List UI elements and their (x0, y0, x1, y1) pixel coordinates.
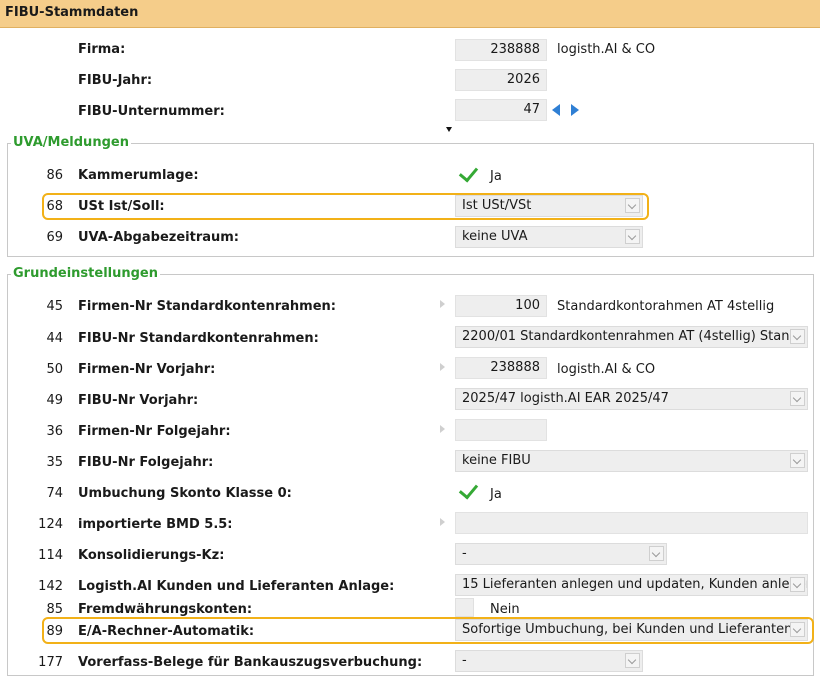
vorerfass-belege-value: - (462, 653, 467, 668)
firmen-nr-folgejahr-label: Firmen-Nr Folgejahr: (78, 424, 231, 439)
chevron-down-icon[interactable] (790, 391, 805, 406)
row-number: 44 (46, 331, 63, 346)
row-number: 50 (46, 362, 63, 377)
fibu-nr-folgejahr-select[interactable]: keine FIBU (455, 450, 808, 472)
row-number: 36 (46, 424, 63, 439)
firma-name: logisth.AI & CO (557, 42, 656, 57)
fibu-nr-standardkontenrahmen-label: FIBU-Nr Standardkontenrahmen: (78, 331, 319, 346)
umbuchung-skonto-label: Umbuchung Skonto Klasse 0: (78, 486, 292, 501)
kunden-lieferanten-anlage-value: 15 Lieferanten anlegen und updaten, Kund… (462, 577, 808, 592)
fibu-nr-standardkontenrahmen-value: 2200/01 Standardkontenrahmen AT (4stelli… (462, 329, 808, 344)
fibu-nr-vorjahr-value: 2025/47 logisth.AI EAR 2025/47 (462, 391, 669, 406)
firma-label: Firma: (78, 42, 126, 57)
chevron-down-icon[interactable] (790, 577, 805, 592)
row-number: 69 (46, 230, 63, 245)
kunden-lieferanten-anlage-label: Logisth.AI Kunden und Lieferanten Anlage… (78, 579, 395, 594)
vorjahr-firma-name: logisth.AI & CO (557, 362, 656, 377)
ust-ist-soll-value: Ist USt/VSt (462, 198, 532, 213)
row-number: 49 (46, 393, 63, 408)
lookup-triangle-icon[interactable] (440, 300, 445, 308)
ust-ist-soll-select[interactable]: Ist USt/VSt (455, 195, 643, 217)
panel-title: FIBU-Stammdaten (5, 5, 139, 20)
fibu-nr-vorjahr-select[interactable]: 2025/47 logisth.AI EAR 2025/47 (455, 388, 808, 410)
row-number: 89 (46, 624, 63, 639)
fibu-jahr-label: FIBU-Jahr: (78, 73, 153, 88)
chevron-down-icon[interactable] (625, 198, 640, 213)
chevron-down-icon[interactable] (625, 653, 640, 668)
collapse-marker-icon (446, 127, 452, 132)
firmen-nr-vorjahr-input[interactable]: 238888 (455, 357, 547, 379)
fibu-unternummer-label: FIBU-Unternummer: (78, 104, 225, 119)
chevron-down-icon[interactable] (790, 329, 805, 344)
row-number: 68 (46, 199, 63, 214)
ea-rechner-automatik-label: E/A-Rechner-Automatik: (78, 624, 255, 639)
fremdwaehrungskonten-label: Fremdwährungskonten: (78, 602, 253, 617)
uva-section-title: UVA/Meldungen (11, 135, 131, 150)
grundeinstellungen-section-title: Grundeinstellungen (11, 266, 160, 281)
fibu-jahr-input[interactable]: 2026 (455, 69, 547, 91)
row-number: 86 (46, 168, 63, 183)
firmen-nr-standardkontenrahmen-label: Firmen-Nr Standardkontenrahmen: (78, 299, 337, 314)
chevron-down-icon[interactable] (625, 229, 640, 244)
row-number: 74 (46, 486, 63, 501)
fremdwaehrungskonten-value: Nein (490, 602, 520, 617)
vorerfass-belege-select[interactable]: - (455, 650, 643, 672)
konsolidierungs-kz-select[interactable]: - (455, 543, 667, 565)
fibu-nr-folgejahr-label: FIBU-Nr Folgejahr: (78, 455, 214, 470)
lookup-triangle-icon[interactable] (440, 363, 445, 371)
lookup-triangle-icon[interactable] (440, 425, 445, 433)
row-number: 177 (38, 655, 63, 670)
uva-abgabezeitraum-value: keine UVA (462, 229, 528, 244)
fibu-unternummer-input[interactable]: 47 (455, 99, 547, 121)
firmen-nr-vorjahr-label: Firmen-Nr Vorjahr: (78, 362, 216, 377)
kammerumlage-label: Kammerumlage: (78, 168, 199, 183)
standardkontenrahmen-name: Standardkontorahmen AT 4stellig (557, 299, 775, 314)
firma-input[interactable]: 238888 (455, 39, 547, 61)
firmen-nr-folgejahr-input[interactable] (455, 419, 547, 441)
row-number: 114 (38, 548, 63, 563)
konsolidierungs-kz-value: - (462, 546, 467, 561)
row-number: 45 (46, 299, 63, 314)
ea-rechner-automatik-select[interactable]: Sofortige Umbuchung, bei Kunden und Lief… (455, 619, 808, 641)
lookup-triangle-icon[interactable] (440, 518, 445, 526)
fibu-nr-vorjahr-label: FIBU-Nr Vorjahr: (78, 393, 199, 408)
importierte-bmd-input[interactable] (455, 512, 808, 534)
previous-arrow-icon[interactable] (552, 104, 560, 116)
kammerumlage-value: Ja (490, 169, 502, 184)
chevron-down-icon[interactable] (790, 622, 805, 637)
next-arrow-icon[interactable] (571, 104, 579, 116)
fremdwaehrungskonten-checkbox[interactable] (455, 598, 474, 617)
ust-ist-soll-label: USt Ist/Soll: (78, 199, 165, 214)
firmen-nr-standardkontenrahmen-input[interactable]: 100 (455, 295, 547, 317)
row-number: 142 (38, 579, 63, 594)
kunden-lieferanten-anlage-select[interactable]: 15 Lieferanten anlegen und updaten, Kund… (455, 574, 808, 596)
uva-abgabezeitraum-label: UVA-Abgabezeitraum: (78, 230, 239, 245)
chevron-down-icon[interactable] (790, 453, 805, 468)
uva-abgabezeitraum-select[interactable]: keine UVA (455, 226, 643, 248)
chevron-down-icon[interactable] (649, 546, 664, 561)
fibu-nr-folgejahr-value: keine FIBU (462, 453, 531, 468)
umbuchung-skonto-value: Ja (490, 487, 502, 502)
row-number: 85 (46, 602, 63, 617)
row-number: 35 (46, 455, 63, 470)
row-number: 124 (38, 517, 63, 532)
vorerfass-belege-label: Vorerfass-Belege für Bankauszugsverbuchu… (78, 655, 423, 670)
panel-header: FIBU-Stammdaten (0, 0, 820, 28)
importierte-bmd-label: importierte BMD 5.5: (78, 517, 233, 532)
ea-rechner-automatik-value: Sofortige Umbuchung, bei Kunden und Lief… (462, 622, 793, 637)
fibu-nr-standardkontenrahmen-select[interactable]: 2200/01 Standardkontenrahmen AT (4stelli… (455, 326, 808, 348)
konsolidierungs-kz-label: Konsolidierungs-Kz: (78, 548, 225, 563)
